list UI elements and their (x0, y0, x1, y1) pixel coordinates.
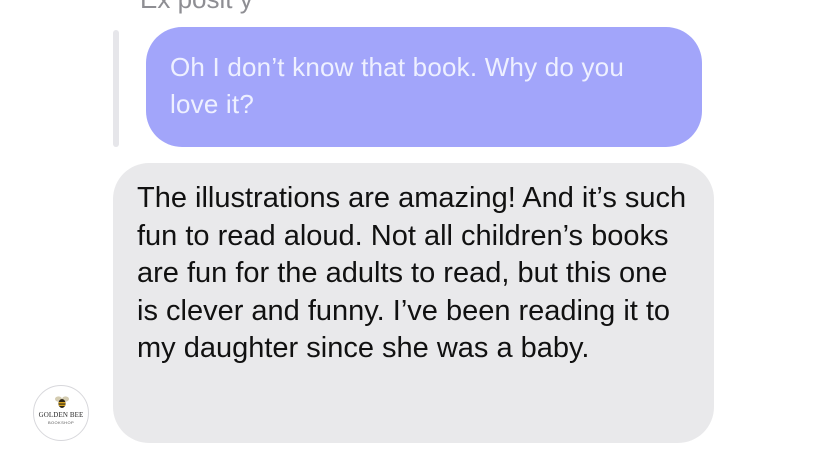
avatar-brand-subtitle: BOOKSHOP (47, 420, 75, 425)
quoted-outgoing-message[interactable]: Oh I don’t know that book. Why do you lo… (146, 27, 702, 147)
quoted-message-text: Oh I don’t know that book. Why do you lo… (170, 52, 624, 119)
incoming-message-bubble[interactable]: The illustrations are amazing! And it’s … (113, 163, 714, 443)
avatar-brand-name: GOLDEN BEE (38, 411, 84, 419)
previous-message-cutoff: Ex posit y (140, 0, 253, 15)
incoming-message-text: The illustrations are amazing! And it’s … (137, 182, 687, 364)
reply-thread-bar (113, 30, 119, 147)
sender-avatar[interactable]: GOLDEN BEE BOOKSHOP (33, 385, 89, 441)
bee-icon (55, 396, 69, 408)
message-thread: Ex posit y Oh I don’t know that book. Wh… (0, 0, 828, 467)
